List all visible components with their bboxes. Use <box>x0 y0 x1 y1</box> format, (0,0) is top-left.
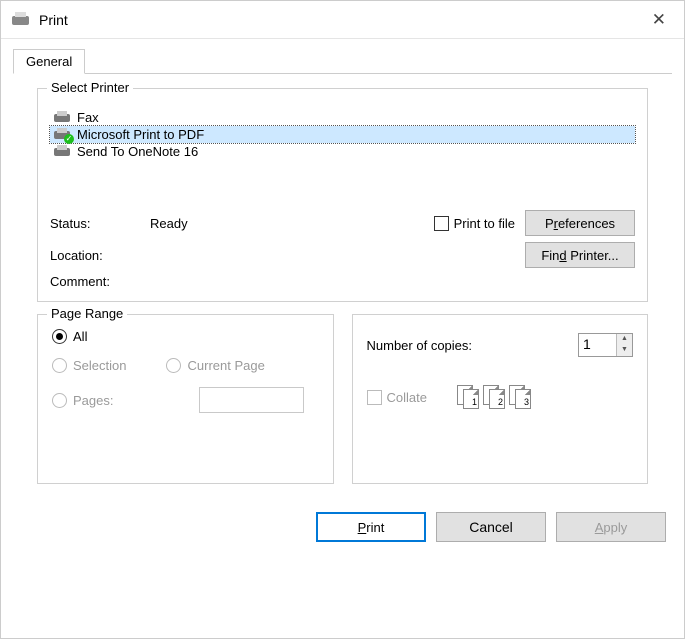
printer-icon: ✓ <box>53 128 71 141</box>
select-printer-group: Select Printer Fax✓Microsoft Print to PD… <box>37 88 648 302</box>
checkbox-icon <box>434 216 449 231</box>
printer-name: Microsoft Print to PDF <box>77 127 204 142</box>
collate-preview-icon: 112233 <box>457 385 534 409</box>
status-label: Status: <box>50 216 150 231</box>
copies-value: 1 <box>579 334 616 356</box>
copies-label: Number of copies: <box>367 338 473 353</box>
radio-icon <box>52 329 67 344</box>
tab-general[interactable]: General <box>13 49 85 74</box>
printer-item[interactable]: Fax <box>50 109 635 126</box>
radio-current-page: Current Page <box>166 358 264 373</box>
page-range-group: Page Range All Selection Current Page <box>37 314 334 484</box>
printer-app-icon <box>11 12 31 27</box>
collate-checkbox: Collate <box>367 390 427 405</box>
tab-content: Select Printer Fax ✓ Microsoft Print to PD… <box>13 74 672 490</box>
print-to-file-checkbox[interactable]: Print to file <box>434 216 515 231</box>
apply-button: Apply <box>556 512 666 542</box>
select-printer-legend: Select Printer <box>47 80 133 95</box>
checkbox-icon <box>367 390 382 405</box>
spinner-down-icon[interactable]: ▼ <box>617 345 632 356</box>
close-button[interactable]: ✕ <box>644 10 674 30</box>
radio-icon <box>52 393 67 408</box>
radio-icon <box>52 358 67 373</box>
radio-icon <box>166 358 181 373</box>
printer-item[interactable]: ✓ Microsoft Print to PDF <box>50 126 635 143</box>
printer-name: Fax <box>77 110 99 125</box>
find-printer-button[interactable]: Find Printer... <box>525 242 635 268</box>
dialog-footer: Print Cancel Apply <box>1 490 684 542</box>
radio-selection: Selection <box>52 358 126 373</box>
status-value: Ready <box>150 216 360 231</box>
window-title: Print <box>39 12 68 28</box>
printer-list[interactable]: Fax ✓ Microsoft Print to PDF Send To OneNot… <box>50 109 635 160</box>
location-label: Location: <box>50 248 150 263</box>
copies-spinner[interactable]: 1 ▲▼ <box>578 333 633 357</box>
printer-item[interactable]: Send To OneNote 16 <box>50 143 635 160</box>
cancel-button[interactable]: Cancel <box>436 512 546 542</box>
print-to-file-label: Print to file <box>454 216 515 231</box>
radio-all[interactable]: All <box>52 329 319 344</box>
copies-group: Number of copies: 1 ▲▼ Collate 112233 <box>352 314 649 484</box>
printer-icon <box>53 111 71 124</box>
printer-icon <box>53 145 71 158</box>
tab-area: General Select Printer Fax ✓ Microsoft Pri… <box>1 39 684 490</box>
titlebar: Print ✕ <box>1 1 684 39</box>
comment-label: Comment: <box>50 274 150 289</box>
print-dialog: Print ✕ General Select Printer Fax ✓ Micro… <box>0 0 685 639</box>
preferences-button[interactable]: Preferences <box>525 210 635 236</box>
tab-strip: General <box>13 49 672 74</box>
page-range-legend: Page Range <box>47 306 127 321</box>
pages-input <box>199 387 304 413</box>
spinner-up-icon[interactable]: ▲ <box>617 334 632 345</box>
printer-name: Send To OneNote 16 <box>77 144 198 159</box>
radio-pages: Pages: <box>52 387 319 413</box>
print-button[interactable]: Print <box>316 512 426 542</box>
